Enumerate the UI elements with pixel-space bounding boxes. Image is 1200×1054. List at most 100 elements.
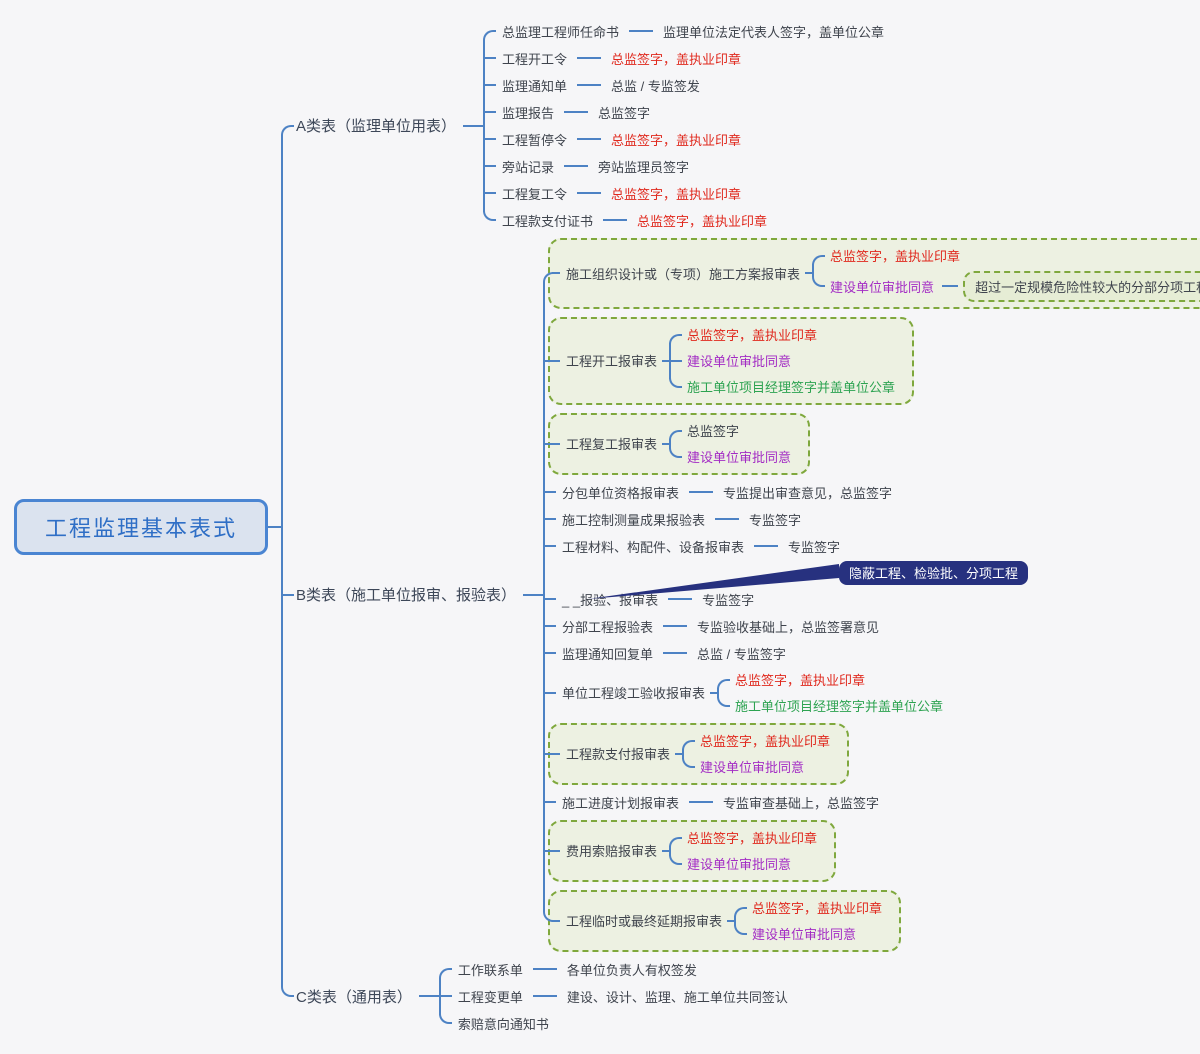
inner-group-box[interactable]: 超过一定规模危险性较大的分部分项工程 — [963, 271, 1200, 302]
topic-label[interactable]: 监理通知单 — [499, 74, 570, 97]
children-list: 总监签字，盖执业印章 建设单位审批同意 — [669, 825, 820, 877]
branch-b-label[interactable]: B类表（施工单位报审、报验表） — [293, 582, 519, 607]
topic-row: 建设单位审批同意 超过一定规模危险性较大的分部分项工程 — [812, 269, 1200, 304]
branch-b-row: B类表（施工单位报审、报验表） 施工组织设计或（专项）施工方案报审表 总监签字，… — [281, 234, 1200, 956]
children-list: 总监签字，盖执业印章 建设单位审批同意 — [682, 728, 833, 780]
group-box[interactable]: 工程开工报审表 总监签字，盖执业印章 建设单位审批同意 施工单位项目经理签字并盖… — [548, 317, 914, 405]
child-stub — [662, 850, 669, 852]
topic-label[interactable]: 总监签字，盖执业印章 — [749, 896, 885, 919]
topic-label[interactable]: 建设单位审批同意 — [827, 275, 937, 298]
topic-note[interactable]: 总监签字，盖执业印章 — [608, 47, 744, 70]
topic-row: 工作联系单 各单位负责人有权签发 — [439, 956, 791, 983]
topic-note[interactable]: 各单位负责人有权签发 — [564, 958, 700, 981]
group-box[interactable]: 工程临时或最终延期报审表 总监签字，盖执业印章 建设单位审批同意 — [548, 890, 901, 952]
topic-label[interactable]: 总监签字，盖执业印章 — [684, 323, 820, 346]
topic-label[interactable]: 工作联系单 — [455, 958, 526, 981]
root-topic[interactable]: 工程监理基本表式 — [14, 499, 268, 555]
topic-note[interactable]: 总监 / 专监签发 — [608, 74, 703, 97]
branch-stub — [419, 995, 439, 997]
topic-label[interactable]: 总监签字 — [684, 419, 742, 442]
topic-row: 总监签字，盖执业印章 — [682, 728, 833, 754]
topic-note[interactable]: 总监签字 — [595, 101, 653, 124]
branch-a-label[interactable]: A类表（监理单位用表） — [293, 113, 459, 138]
topic-label[interactable]: 建设单位审批同意 — [749, 922, 859, 945]
group-box[interactable]: 施工组织设计或（专项）施工方案报审表 总监签字，盖执业印章 建设单位审批同意 超… — [548, 238, 1200, 309]
topic-row: 旁站记录 旁站监理员签字 — [483, 153, 887, 180]
connector-dash — [577, 192, 601, 194]
group-box[interactable]: 费用索赔报审表 总监签字，盖执业印章 建设单位审批同意 — [548, 820, 836, 882]
branches-list: A类表（监理单位用表） 总监理工程师任命书 监理单位法定代表人签字，盖单位公章 … — [281, 18, 1200, 1037]
topic-note[interactable]: 总监签字，盖执业印章 — [608, 182, 744, 205]
topic-label[interactable]: 监理报告 — [499, 101, 557, 124]
topic-label[interactable]: 单位工程竣工验收报审表 — [559, 681, 708, 704]
topic-row: 建设单位审批同意 — [669, 444, 794, 470]
callout-wedge — [563, 558, 853, 608]
topic-note[interactable]: 建设、设计、监理、施工单位共同签认 — [564, 985, 791, 1008]
topic-label[interactable]: 施工单位项目经理签字并盖单位公章 — [732, 694, 946, 717]
topic-row: 工程开工令 总监签字，盖执业印章 — [483, 45, 887, 72]
branch-c-label[interactable]: C类表（通用表） — [293, 984, 415, 1009]
topic-row: 总监签字，盖执业印章 — [734, 895, 885, 921]
group-box[interactable]: 工程复工报审表 总监签字 建设单位审批同意 — [548, 413, 810, 475]
topic-label[interactable]: 工程材料、构配件、设备报审表 — [559, 535, 747, 558]
connector-dash — [942, 285, 958, 287]
topic-label[interactable]: 施工控制测量成果报验表 — [559, 508, 708, 531]
topic-label[interactable]: 建设单位审批同意 — [684, 852, 794, 875]
topic-row: 施工控制测量成果报验表 专监签字 — [543, 506, 1200, 533]
topic-label[interactable]: 工程暂停令 — [499, 128, 570, 151]
topic-label[interactable]: 工程开工令 — [499, 47, 570, 70]
topic-label[interactable]: 工程款支付证书 — [499, 209, 596, 232]
topic-note[interactable]: 专监签字 — [746, 508, 804, 531]
children-list: 总监签字，盖执业印章 建设单位审批同意 — [734, 895, 885, 947]
topic-label[interactable]: 工程临时或最终延期报审表 — [563, 909, 725, 932]
topic-label[interactable]: 总监理工程师任命书 — [499, 20, 622, 43]
topic-label[interactable]: 总监签字，盖执业印章 — [684, 826, 820, 849]
topic-label[interactable]: 施工单位项目经理签字并盖单位公章 — [684, 375, 898, 398]
topic-label[interactable]: 分包单位资格报审表 — [559, 481, 682, 504]
topic-label[interactable]: 总监签字，盖执业印章 — [732, 668, 868, 691]
topic-row: 分包单位资格报审表 专监提出审查意见，总监签字 — [543, 479, 1200, 506]
children-list-c: 工作联系单 各单位负责人有权签发 工程变更单 建设、设计、监理、施工单位共同签认… — [439, 956, 791, 1037]
callout-label[interactable]: 隐蔽工程、检验批、分项工程 — [839, 561, 1028, 585]
topic-label[interactable]: 费用索赔报审表 — [563, 839, 660, 862]
topic-row: 单位工程竣工验收报审表 总监签字，盖执业印章 施工单位项目经理签字并盖单位公章 — [543, 667, 1200, 719]
topic-label[interactable]: 工程开工报审表 — [563, 349, 660, 372]
topic-label[interactable]: 索赔意向通知书 — [455, 1012, 552, 1035]
topic-row: 工程暂停令 总监签字，盖执业印章 — [483, 126, 887, 153]
connector-dash — [564, 111, 588, 113]
topic-row: 工程材料、构配件、设备报审表 专监签字 — [543, 533, 1200, 560]
topic-label[interactable]: 建设单位审批同意 — [697, 755, 807, 778]
topic-row: 监理报告 总监签字 — [483, 99, 887, 126]
topic-label[interactable]: 工程款支付报审表 — [563, 742, 673, 765]
group-box[interactable]: 工程款支付报审表 总监签字，盖执业印章 建设单位审批同意 — [548, 723, 849, 785]
topic-note[interactable]: 总监 / 专监签字 — [694, 642, 789, 665]
topic-note[interactable]: 总监签字，盖执业印章 — [634, 209, 770, 232]
child-stub — [805, 272, 812, 274]
topic-note[interactable]: 专监验收基础上，总监签署意见 — [694, 615, 882, 638]
connector-dash — [577, 138, 601, 140]
topic-row: 工程变更单 建设、设计、监理、施工单位共同签认 — [439, 983, 791, 1010]
topic-label[interactable]: 建设单位审批同意 — [684, 445, 794, 468]
children-list: 总监签字，盖执业印章 建设单位审批同意 超过一定规模危险性较大的分部分项工程 — [812, 243, 1200, 304]
topic-label[interactable]: 工程变更单 — [455, 985, 526, 1008]
topic-label[interactable]: 总监签字，盖执业印章 — [827, 244, 963, 267]
topic-note[interactable]: 专监签字 — [785, 535, 843, 558]
topic-note[interactable]: 监理单位法定代表人签字，盖单位公章 — [660, 20, 887, 43]
topic-note[interactable]: 总监签字，盖执业印章 — [608, 128, 744, 151]
topic-label[interactable]: 分部工程报验表 — [559, 615, 656, 638]
topic-label[interactable]: 施工进度计划报审表 — [559, 791, 682, 814]
topic-label[interactable]: 总监签字，盖执业印章 — [697, 729, 833, 752]
connector-dash — [715, 518, 739, 520]
topic-label[interactable]: 建设单位审批同意 — [684, 349, 794, 372]
topic-note[interactable]: 旁站监理员签字 — [595, 155, 692, 178]
topic-note[interactable]: 专监审查基础上，总监签字 — [720, 791, 882, 814]
topic-label[interactable]: 施工组织设计或（专项）施工方案报审表 — [563, 262, 803, 285]
child-stub — [662, 360, 669, 362]
callout-wedge-shape — [588, 564, 839, 599]
topic-note[interactable]: 专监提出审查意见，总监签字 — [720, 481, 895, 504]
topic-label[interactable]: 旁站记录 — [499, 155, 557, 178]
topic-label[interactable]: 工程复工报审表 — [563, 432, 660, 455]
topic-label[interactable]: 监理通知回复单 — [559, 642, 656, 665]
topic-label[interactable]: 工程复工令 — [499, 182, 570, 205]
connector-dash — [577, 57, 601, 59]
